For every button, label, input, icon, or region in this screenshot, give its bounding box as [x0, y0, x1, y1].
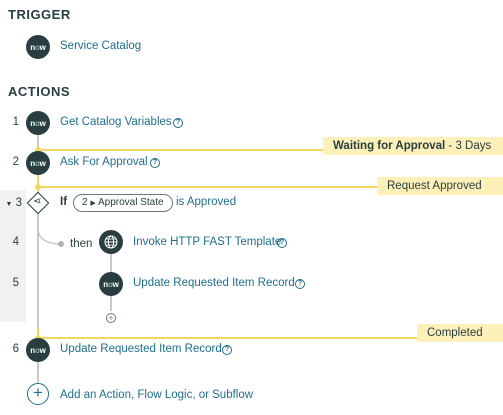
action-ask-for-approval-link[interactable]: Ask For Approval	[60, 156, 148, 168]
step-number: 5	[12, 277, 19, 289]
step-number: 4	[12, 236, 19, 248]
step-number[interactable]: ▼ 3	[2, 197, 22, 209]
action-update-requested-item-record-link[interactable]: Update Requested Item Record	[133, 277, 295, 289]
step-number: 1	[12, 116, 19, 128]
approved-state-line	[37, 186, 377, 188]
actions-section-title: ACTIONS	[8, 84, 70, 99]
help-icon[interactable]: ?	[277, 238, 287, 248]
help-icon[interactable]: ?	[222, 345, 232, 355]
connector-line	[110, 253, 112, 273]
now-logo-icon: now	[26, 151, 50, 175]
help-icon[interactable]: ?	[150, 158, 160, 168]
connector-line	[110, 294, 112, 311]
action-invoke-http-fast-template-link[interactable]: Invoke HTTP FAST Template	[133, 236, 281, 248]
action-update-requested-item-record-link[interactable]: Update Requested Item Record	[60, 343, 222, 355]
now-logo-icon: now	[26, 338, 50, 362]
step-number: 2	[12, 156, 19, 168]
branch-dot	[58, 241, 64, 247]
now-logo-icon: now	[26, 111, 50, 135]
waiting-state-line	[37, 149, 327, 151]
if-label: If	[60, 196, 68, 208]
data-pill-approval-state[interactable]: 2 ▶ Approval State	[73, 194, 173, 212]
add-action-plus-icon[interactable]: +	[27, 383, 49, 405]
action-get-catalog-variables-link[interactable]: Get Catalog Variables	[60, 116, 172, 128]
add-step-plus-icon[interactable]: +	[106, 313, 116, 323]
collapse-caret-icon[interactable]: ▼	[5, 201, 12, 208]
trigger-service-catalog-link[interactable]: Service Catalog	[60, 40, 141, 52]
globe-icon	[99, 230, 123, 254]
if-block-gutter	[0, 190, 26, 322]
request-approved-banner: Request Approved	[377, 177, 503, 195]
pill-caret-icon: ▶	[90, 200, 96, 207]
state-dot	[35, 184, 41, 190]
completed-banner: Completed	[417, 324, 503, 342]
then-label: then	[70, 238, 93, 250]
connector-line	[37, 360, 39, 383]
step-number: 6	[12, 343, 19, 355]
now-logo-icon: now	[26, 35, 50, 59]
waiting-for-approval-banner: Waiting for Approval - 3 Days	[323, 137, 503, 155]
branch-icon: ⋖	[33, 196, 42, 207]
completed-state-line	[37, 337, 417, 339]
trigger-section-title: TRIGGER	[8, 7, 71, 22]
connector-line	[37, 244, 39, 334]
help-icon[interactable]: ?	[173, 118, 183, 128]
condition-text[interactable]: is Approved	[176, 196, 236, 208]
now-logo-icon: now	[99, 272, 123, 296]
help-icon[interactable]: ?	[295, 279, 305, 289]
add-action-link[interactable]: Add an Action, Flow Logic, or Subflow	[60, 389, 253, 401]
